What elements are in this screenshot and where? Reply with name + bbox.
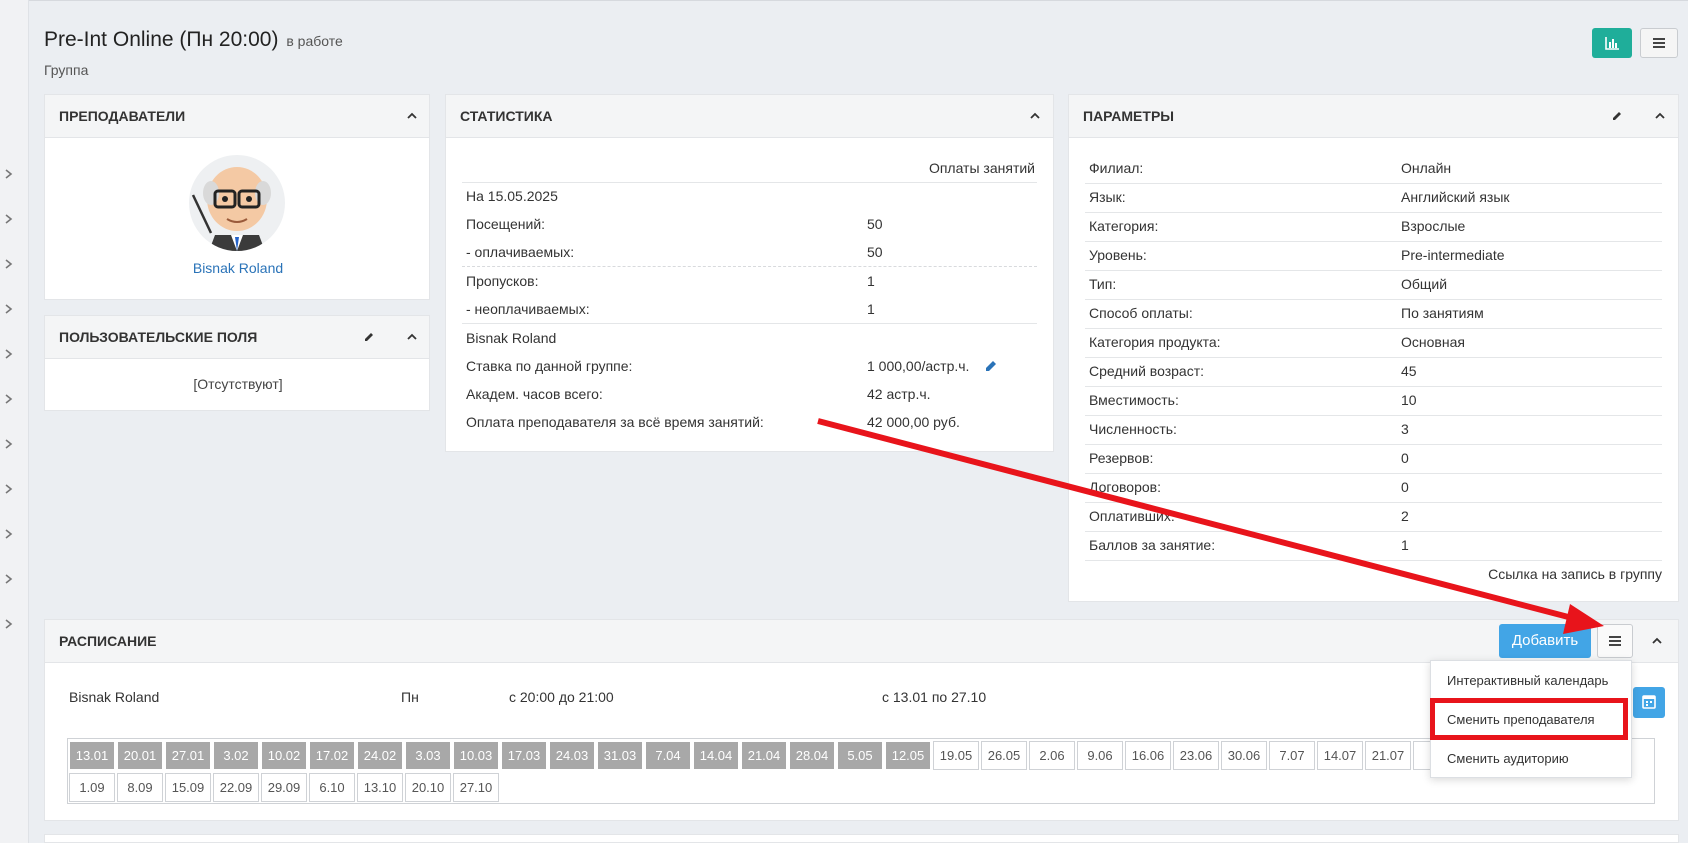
- annotation-arrow: [817, 418, 1604, 634]
